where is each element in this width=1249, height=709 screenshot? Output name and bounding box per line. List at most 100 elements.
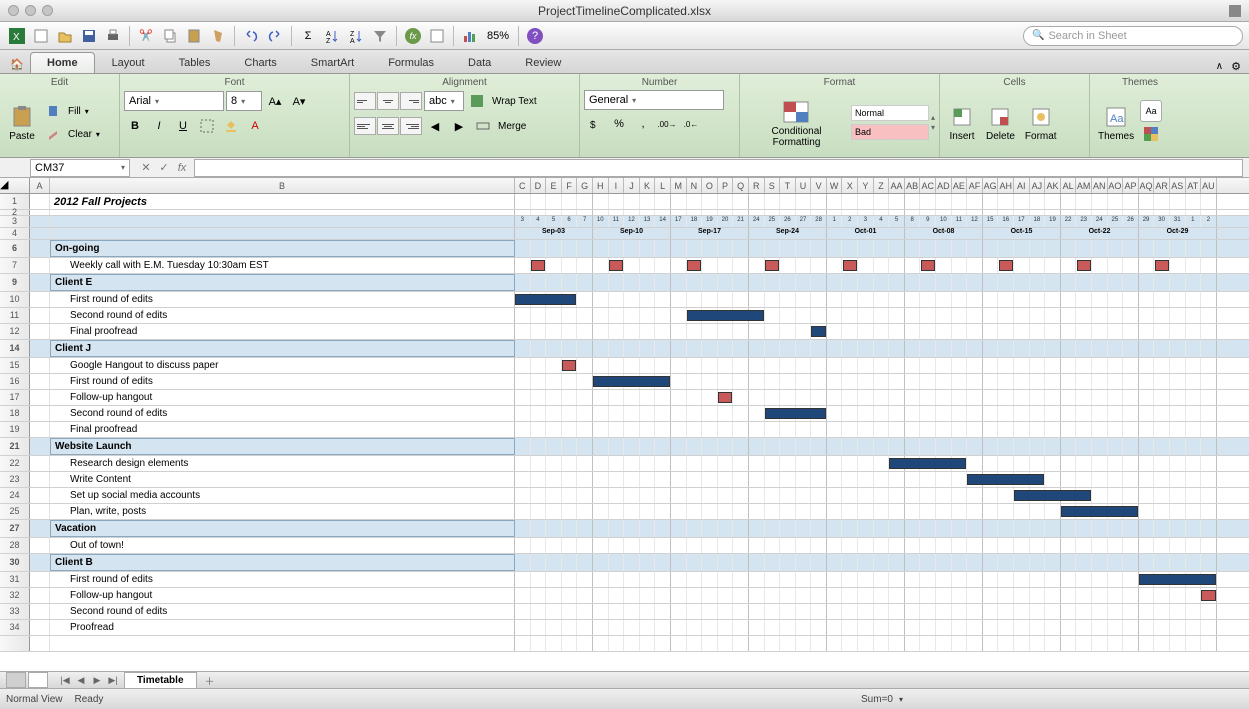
paste-button[interactable]: Paste [4,101,40,144]
column-header-AC[interactable]: AC [920,178,936,193]
tab-formulas[interactable]: Formulas [371,52,451,73]
cell-label[interactable]: Proofread [50,620,515,635]
format-cells-button[interactable]: Format [1021,101,1061,144]
page-layout-view-icon[interactable] [28,672,48,688]
gantt-block[interactable] [765,260,780,271]
column-header-B[interactable]: B [50,178,515,193]
row-header[interactable] [0,636,30,651]
row-header[interactable]: 14 [0,340,30,357]
excel-menu-icon[interactable]: X [6,25,28,47]
cell-label[interactable]: Out of town! [50,538,515,553]
font-color-button[interactable]: A [244,115,266,137]
minimize-window-button[interactable] [25,5,36,16]
status-sum[interactable]: Sum=0 [861,694,903,705]
tab-review[interactable]: Review [508,52,578,73]
gantt-block[interactable] [687,310,764,321]
align-center[interactable] [377,117,399,135]
row-header[interactable]: 9 [0,274,30,291]
gantt-block[interactable] [967,474,1044,485]
cell-label[interactable]: 2012 Fall Projects [50,194,515,209]
cell-label[interactable]: First round of edits [50,572,515,587]
help-icon[interactable]: ? [524,25,546,47]
column-header-AS[interactable]: AS [1170,178,1186,193]
row-header[interactable]: 30 [0,554,30,571]
tab-home[interactable]: Home [30,52,95,73]
ribbon-home-icon[interactable]: 🏠 [8,55,26,73]
column-header-AI[interactable]: AI [1014,178,1030,193]
cell-label[interactable]: Plan, write, posts [50,504,515,519]
column-header-R[interactable]: R [749,178,765,193]
row-header[interactable]: 10 [0,292,30,307]
cell-label[interactable]: On-going [50,240,515,257]
column-header-AR[interactable]: AR [1154,178,1170,193]
row-header[interactable]: 31 [0,572,30,587]
row-header[interactable]: 27 [0,520,30,537]
cell-label[interactable]: Research design elements [50,456,515,471]
row-header[interactable]: 32 [0,588,30,603]
tab-charts[interactable]: Charts [227,52,293,73]
tab-layout[interactable]: Layout [95,52,162,73]
row-header[interactable]: 23 [0,472,30,487]
column-header-AQ[interactable]: AQ [1139,178,1155,193]
cancel-formula-icon[interactable]: ✕ [138,160,154,176]
themes-button[interactable]: Aa Themes [1094,101,1138,144]
gantt-block[interactable] [609,260,624,271]
gantt-block[interactable] [718,392,733,403]
column-header-C[interactable]: C [515,178,531,193]
cell-label[interactable]: First round of edits [50,292,515,307]
font-size-dropdown[interactable]: 8 [226,91,262,111]
cell-label[interactable] [50,210,515,215]
font-name-dropdown[interactable]: Arial [124,91,224,111]
cell-label[interactable]: Website Launch [50,438,515,455]
style-normal[interactable]: Normal [851,105,929,121]
gantt-block[interactable] [1077,260,1092,271]
row-header[interactable]: 7 [0,258,30,273]
filter-icon[interactable] [369,25,391,47]
column-header-X[interactable]: X [842,178,858,193]
sheet-last-icon[interactable]: ▶| [106,673,120,687]
row-header[interactable]: 28 [0,538,30,553]
cell-label[interactable]: Weekly call with E.M. Tuesday 10:30am ES… [50,258,515,273]
row-header[interactable]: 33 [0,604,30,619]
chart-icon[interactable] [459,25,481,47]
cell-label[interactable]: Client J [50,340,515,357]
new-icon[interactable] [30,25,52,47]
sort-desc-icon[interactable]: ZA [345,25,367,47]
cut-icon[interactable]: ✂️ [135,25,157,47]
increase-font-icon[interactable]: A▴ [264,90,286,112]
increase-decimal-icon[interactable]: .00→ [656,113,678,135]
borders-button[interactable] [196,115,218,137]
cell-label[interactable]: Client E [50,274,515,291]
column-header-W[interactable]: W [827,178,843,193]
italic-button[interactable]: I [148,115,170,137]
gantt-block[interactable] [1155,260,1170,271]
sort-asc-icon[interactable]: AZ [321,25,343,47]
sheet-next-icon[interactable]: ▶ [90,673,104,687]
column-header-Z[interactable]: Z [874,178,890,193]
fill-button[interactable]: Fill▾ [42,100,100,122]
fx-toolbar-icon[interactable]: fx [402,25,424,47]
gantt-block[interactable] [593,376,670,387]
column-header-L[interactable]: L [655,178,671,193]
cell-label[interactable]: First round of edits [50,374,515,389]
column-header-AO[interactable]: AO [1108,178,1124,193]
number-format-dropdown[interactable]: General [584,90,724,110]
gantt-block[interactable] [531,260,546,271]
row-header[interactable]: 22 [0,456,30,471]
column-header-Q[interactable]: Q [733,178,749,193]
theme-colors-button[interactable] [1140,123,1162,145]
row-header[interactable]: 12 [0,324,30,339]
merge-button[interactable] [472,115,494,137]
show-formulas-icon[interactable] [426,25,448,47]
conditional-formatting-button[interactable]: Conditional Formatting [744,96,849,150]
search-input[interactable]: Search in Sheet [1023,26,1243,46]
align-top-right[interactable] [400,92,422,110]
wrap-text-button[interactable] [466,90,488,112]
column-header-T[interactable]: T [780,178,796,193]
normal-view-icon[interactable] [6,672,26,688]
redo-icon[interactable] [264,25,286,47]
gantt-block[interactable] [1139,574,1216,585]
cell-label[interactable]: Final proofread [50,324,515,339]
column-header-F[interactable]: F [562,178,578,193]
gantt-block[interactable] [889,458,966,469]
